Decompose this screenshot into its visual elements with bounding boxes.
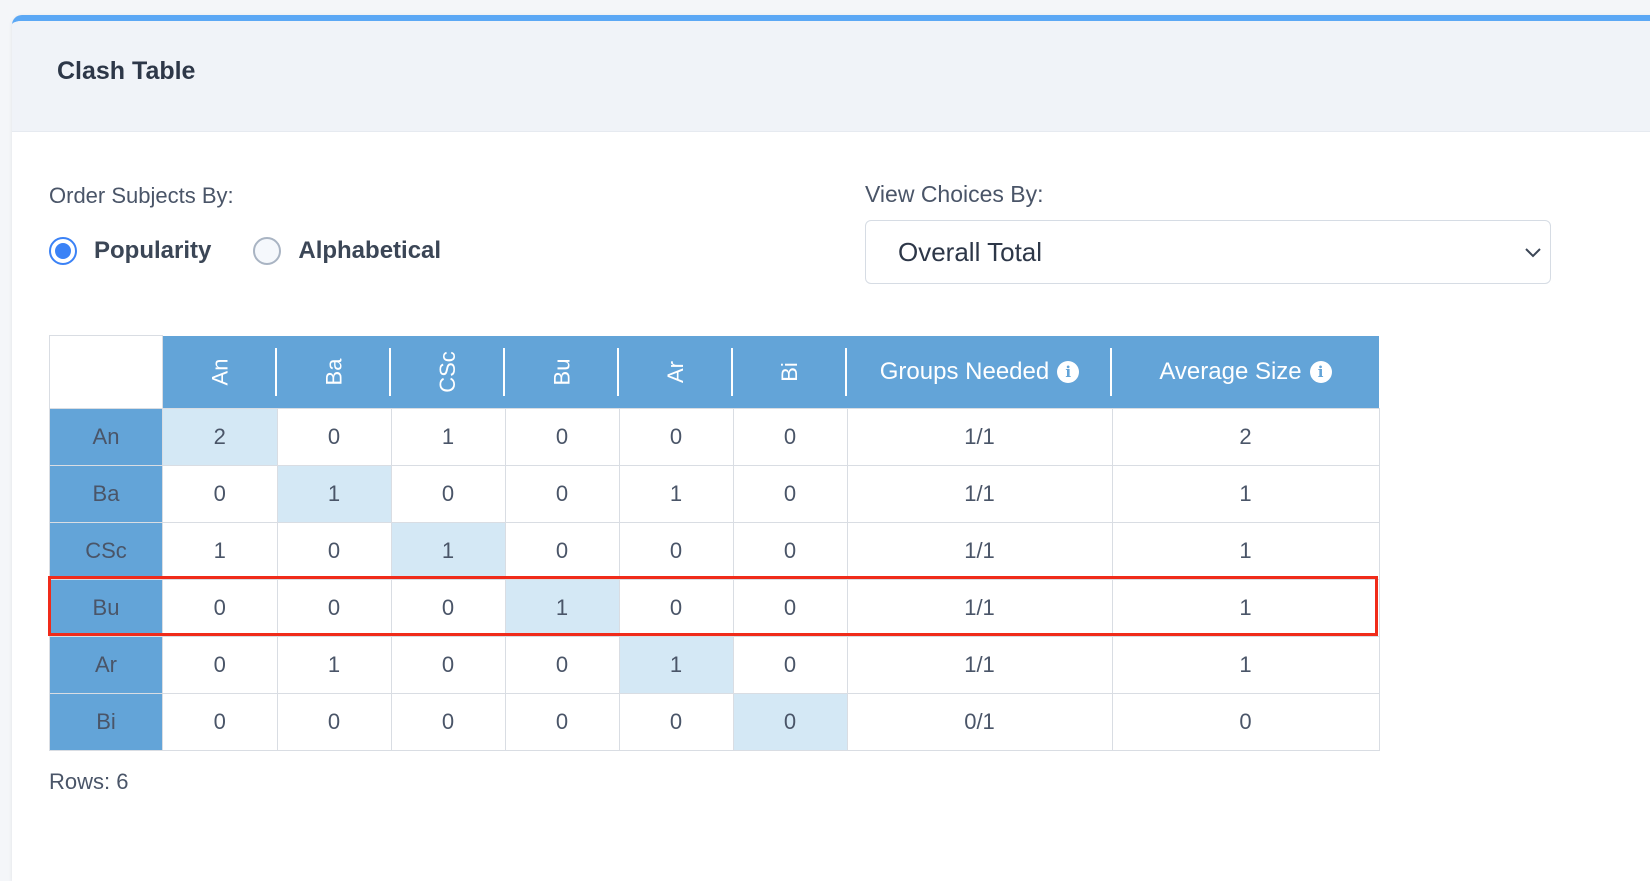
groups-needed-cell: 1/1 xyxy=(846,408,1113,466)
table-row: Bi 0 0 0 0 0 0 0/1 0 xyxy=(49,693,1380,751)
clash-cell: 0 xyxy=(162,465,278,523)
clash-cell: 0 xyxy=(276,579,392,637)
clash-cell: 0 xyxy=(276,522,392,580)
clash-cell: 0 xyxy=(732,465,848,523)
page-title: Clash Table xyxy=(57,57,196,85)
clash-cell: 0 xyxy=(504,522,620,580)
radio-label-popularity[interactable]: Popularity xyxy=(94,237,211,265)
table-row: An 2 0 1 0 0 0 1/1 2 xyxy=(49,408,1380,466)
row-header-subject: Ar xyxy=(49,636,163,694)
clash-cell: 1 xyxy=(618,636,734,694)
chevron-down-icon xyxy=(1525,248,1541,258)
col-header-subject: An xyxy=(162,335,277,409)
clash-cell: 1 xyxy=(276,465,392,523)
radio-button-alphabetical[interactable] xyxy=(253,237,282,265)
average-size-cell: 1 xyxy=(1111,636,1380,694)
clash-cell: 1 xyxy=(504,579,620,637)
clash-table-card: Clash Table Order Subjects By: View Choi… xyxy=(12,15,1650,881)
clash-cell: 0 xyxy=(504,465,620,523)
col-header-subject: Bi xyxy=(733,335,847,409)
clash-cell: 0 xyxy=(504,408,620,466)
clash-cell: 0 xyxy=(276,693,392,751)
clash-cell: 0 xyxy=(162,636,278,694)
clash-cell: 0 xyxy=(618,693,734,751)
groups-needed-cell: 1/1 xyxy=(846,465,1113,523)
table-row: Ba 0 1 0 0 1 0 1/1 1 xyxy=(49,465,1380,523)
radio-button-popularity[interactable] xyxy=(49,237,77,265)
average-size-cell: 0 xyxy=(1111,693,1380,751)
clash-cell: 0 xyxy=(162,579,278,637)
rows-count: Rows: 6 xyxy=(49,769,129,794)
table-header-row: An Ba CSc Bu Ar Bi Groups Needed i Averag… xyxy=(49,335,1379,409)
clash-cell: 0 xyxy=(390,579,506,637)
order-radio-group: Popularity Alphabetical xyxy=(49,234,483,268)
clash-cell: 0 xyxy=(276,408,392,466)
radio-label-alphabetical[interactable]: Alphabetical xyxy=(298,237,441,265)
view-choices-select[interactable]: Overall Total xyxy=(865,220,1551,284)
average-size-cell: 1 xyxy=(1111,579,1380,637)
col-header-average-size: Average Size i xyxy=(1112,335,1379,409)
clash-table: An Ba CSc Bu Ar Bi Groups Needed i Averag… xyxy=(49,335,1380,751)
average-size-cell: 2 xyxy=(1111,408,1380,466)
table-row: Bu 0 0 0 1 0 0 1/1 1 xyxy=(49,579,1380,637)
groups-needed-cell: 1/1 xyxy=(846,522,1113,580)
average-size-cell: 1 xyxy=(1111,465,1380,523)
row-header-subject: CSc xyxy=(49,522,163,580)
clash-cell: 0 xyxy=(390,465,506,523)
clash-cell: 0 xyxy=(732,636,848,694)
groups-needed-cell: 0/1 xyxy=(846,693,1113,751)
order-subjects-label: Order Subjects By: xyxy=(49,183,234,208)
average-size-cell: 1 xyxy=(1111,522,1380,580)
clash-cell: 0 xyxy=(732,693,848,751)
row-header-subject: An xyxy=(49,408,163,466)
clash-cell: 1 xyxy=(390,522,506,580)
view-choices-label: View Choices By: xyxy=(865,181,1044,207)
groups-needed-cell: 1/1 xyxy=(846,636,1113,694)
table-row: Ar 0 1 0 0 1 0 1/1 1 xyxy=(49,636,1380,694)
corner-cell xyxy=(49,335,163,409)
radio-alphabetical[interactable]: Alphabetical xyxy=(253,237,441,265)
clash-cell: 0 xyxy=(618,579,734,637)
clash-cell: 0 xyxy=(732,522,848,580)
col-header-subject: CSc xyxy=(391,335,505,409)
clash-cell: 0 xyxy=(732,408,848,466)
row-header-subject: Bu xyxy=(49,579,163,637)
clash-cell: 0 xyxy=(618,408,734,466)
clash-cell: 0 xyxy=(390,693,506,751)
col-header-subject: Ba xyxy=(277,335,391,409)
clash-cell: 1 xyxy=(162,522,278,580)
clash-cell: 1 xyxy=(390,408,506,466)
clash-cell: 0 xyxy=(618,522,734,580)
col-header-subject: Ar xyxy=(619,335,733,409)
view-choices-value: Overall Total xyxy=(898,236,1043,267)
clash-cell: 1 xyxy=(276,636,392,694)
groups-needed-cell: 1/1 xyxy=(846,579,1113,637)
clash-cell: 0 xyxy=(390,636,506,694)
clash-cell: 0 xyxy=(504,693,620,751)
info-icon[interactable]: i xyxy=(1309,360,1332,383)
col-header-groups-needed: Groups Needed i xyxy=(847,335,1112,409)
clash-cell: 2 xyxy=(162,408,278,466)
radio-popularity[interactable]: Popularity xyxy=(49,237,211,265)
info-icon[interactable]: i xyxy=(1057,360,1080,383)
clash-cell: 0 xyxy=(504,636,620,694)
clash-cell: 0 xyxy=(162,693,278,751)
clash-cell: 0 xyxy=(732,579,848,637)
col-header-subject: Bu xyxy=(505,335,619,409)
row-header-subject: Bi xyxy=(49,693,163,751)
row-header-subject: Ba xyxy=(49,465,163,523)
clash-cell: 1 xyxy=(618,465,734,523)
card-header: Clash Table xyxy=(12,21,1650,132)
table-row: CSc 1 0 1 0 0 0 1/1 1 xyxy=(49,522,1380,580)
